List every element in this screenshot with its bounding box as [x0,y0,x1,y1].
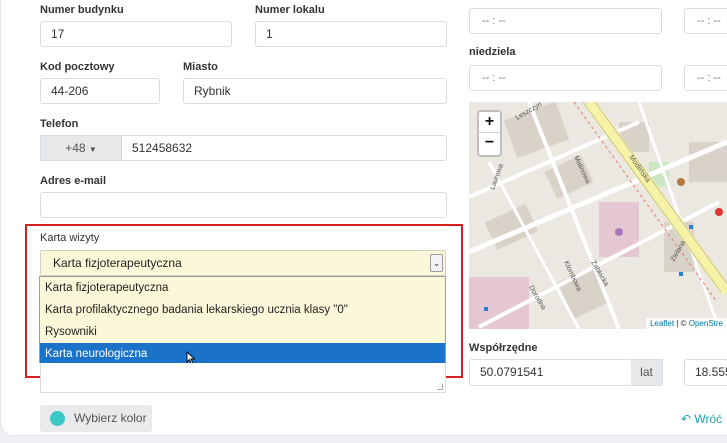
email-input[interactable] [40,192,447,218]
map-attribution: Leaflet | © OpenStre [646,318,727,329]
map-zoom-controls: + − [477,110,502,157]
choose-color-button[interactable]: Wybierz kolor [40,405,152,432]
choose-color-label: Wybierz kolor [74,411,147,425]
location-map[interactable]: Modlińska Laurowa Dorodna Klombowa Malin… [469,102,727,329]
dropdown-option-highlighted[interactable]: Karta neurologiczna [40,343,445,365]
visit-card-selected-value: Karta fizjoterapeutyczna [53,256,182,270]
dropdown-option[interactable]: Rysowniki [40,321,445,343]
building-number-label: Numer budynku [40,4,124,16]
time-from-input[interactable]: -- : -- [469,8,662,34]
time-placeholder: -- : -- [697,72,721,84]
chevron-down-icon[interactable]: ⌄ [430,254,443,272]
apartment-number-input[interactable]: 1 [255,21,447,47]
building-number-input[interactable]: 17 [40,21,232,47]
notes-textarea[interactable] [40,363,446,393]
back-link-label: Wróć [694,412,723,426]
caret-down-icon: ▼ [88,145,97,154]
postal-code-label: Kod pocztowy [40,61,115,73]
visit-card-select[interactable]: Karta fizjoterapeutyczna ⌄ [40,250,446,276]
zoom-out-button[interactable]: − [479,133,500,154]
phone-label: Telefon [40,118,79,130]
dropdown-option[interactable]: Karta fizjoterapeutyczna [40,277,445,299]
zoom-in-button[interactable]: + [479,112,500,133]
phone-input[interactable]: 512458632 [121,135,447,161]
app-background: Numer budynku 17 Numer lokalu 1 Kod pocz… [0,0,727,443]
phone-prefix-dropdown[interactable]: +48 ▼ [40,135,121,161]
map-tiles: Modlińska Laurowa Dorodna Klombowa Malin… [469,102,727,329]
visit-card-label: Karta wizyty [40,232,100,244]
time-placeholder: -- : -- [697,15,721,27]
leaflet-link[interactable]: Leaflet [650,319,674,328]
sunday-time-to-input[interactable]: -- : -- [684,65,727,91]
apartment-number-label: Numer lokalu [255,4,325,16]
city-label: Miasto [183,61,218,73]
sunday-time-from-input[interactable]: -- : -- [469,65,662,91]
back-link[interactable]: ↶ Wróć [681,412,722,426]
visit-card-dropdown-list: Karta fizjoterapeutyczna Karta profilakt… [39,276,446,365]
attribution-separator: | © [674,319,689,328]
email-label: Adres e-mail [40,175,107,187]
latitude-input[interactable]: 50.0791541 [469,359,632,386]
city-input[interactable]: Rybnik [183,78,447,104]
dropdown-option[interactable]: Karta profilaktycznego badania lekarskie… [40,299,445,321]
undo-arrow-icon: ↶ [681,412,692,426]
longitude-input[interactable]: 18.555 [684,359,727,386]
resize-handle-icon[interactable] [437,384,443,390]
color-swatch-icon [50,411,65,426]
time-to-input[interactable]: -- : -- [684,8,727,34]
postal-code-input[interactable]: 44-206 [40,78,160,104]
latitude-addon: lat [631,359,663,386]
time-placeholder: -- : -- [482,72,506,84]
day-label-sunday: niedziela [469,46,516,58]
phone-prefix-value: +48 [65,141,86,155]
time-placeholder: -- : -- [482,15,506,27]
coordinates-label: Współrzędne [469,342,538,354]
openstreetmap-link[interactable]: OpenStre [689,319,723,328]
